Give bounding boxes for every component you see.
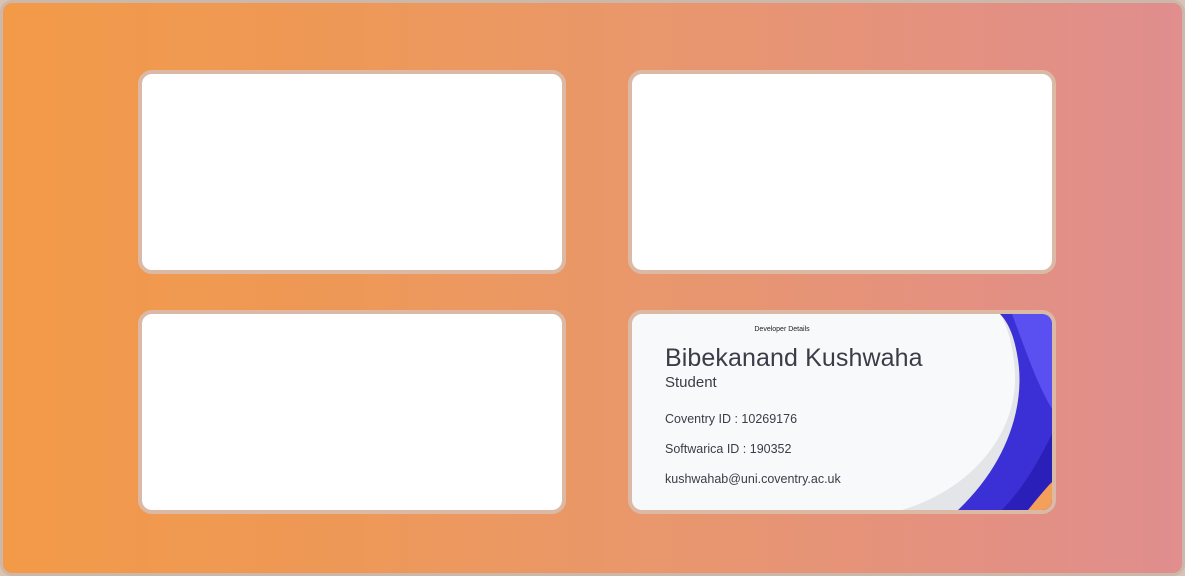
developer-email[interactable]: kushwahab@uni.coventry.ac.uk — [665, 472, 841, 486]
card-top-left[interactable] — [138, 70, 566, 274]
app-background: Developer Details Bibekanand Kushwaha St… — [0, 0, 1185, 576]
developer-role: Student — [665, 374, 717, 391]
developer-name: Bibekanand Kushwaha — [665, 344, 923, 372]
developer-details-heading: Developer Details — [754, 326, 810, 333]
softwarica-id: Softwarica ID : 190352 — [665, 442, 792, 456]
card-top-right[interactable] — [628, 70, 1056, 274]
card-bottom-left[interactable] — [138, 310, 566, 514]
developer-details-card[interactable]: Developer Details Bibekanand Kushwaha St… — [628, 310, 1056, 514]
coventry-id: Coventry ID : 10269176 — [665, 412, 798, 426]
